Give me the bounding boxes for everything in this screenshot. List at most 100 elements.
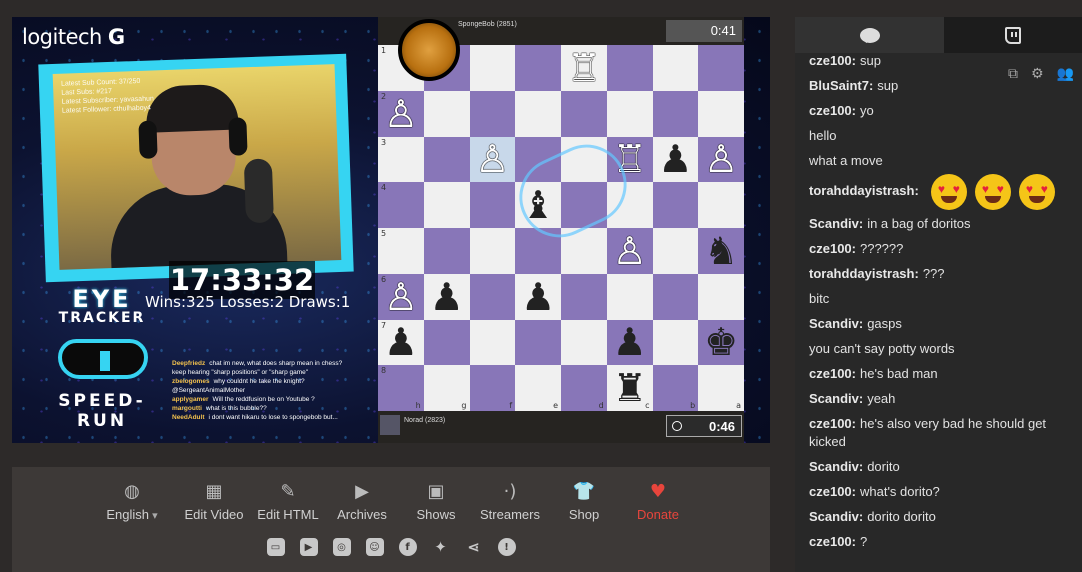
board-square[interactable]: [469, 90, 516, 137]
board-square[interactable]: [469, 319, 516, 366]
board-square[interactable]: ♟: [423, 273, 470, 320]
board-square[interactable]: 8h: [378, 365, 424, 411]
board-square[interactable]: c ♜: [606, 365, 653, 411]
twitch-icon[interactable]: ▭: [266, 537, 286, 557]
board-square[interactable]: [606, 273, 653, 320]
board-square[interactable]: [423, 182, 470, 228]
board-square[interactable]: [469, 182, 516, 228]
youtube-icon[interactable]: ▶: [299, 537, 319, 557]
board-square[interactable]: ♙: [469, 136, 516, 183]
chat-username[interactable]: cze100:: [809, 416, 856, 431]
board-square[interactable]: [423, 228, 470, 274]
board-square[interactable]: [423, 319, 470, 366]
board-square[interactable]: [652, 319, 699, 366]
board-square[interactable]: [515, 319, 561, 366]
instagram-icon[interactable]: ◎: [332, 537, 352, 557]
chess-piece[interactable]: ♖: [613, 140, 647, 178]
popout-icon[interactable]: ⧉: [1008, 65, 1018, 82]
board-square[interactable]: [652, 90, 699, 137]
chat-username[interactable]: BluSaint7:: [809, 78, 873, 93]
board-square[interactable]: [469, 273, 516, 320]
chess-piece[interactable]: ♙: [475, 140, 509, 178]
board-square[interactable]: ♖: [561, 45, 607, 91]
board-square[interactable]: [561, 182, 607, 228]
board-square[interactable]: ♙: [606, 228, 653, 274]
alert-icon[interactable]: !: [497, 537, 517, 557]
chat-username[interactable]: Scandiv:: [809, 509, 863, 524]
nav-archives-button[interactable]: ▶ Archives: [325, 481, 399, 523]
board-square[interactable]: ♙: [698, 136, 744, 183]
chess-piece[interactable]: ♟: [430, 278, 464, 316]
board-square[interactable]: ♞: [698, 228, 744, 274]
board-square[interactable]: [561, 273, 607, 320]
chess-piece[interactable]: ♙: [384, 278, 418, 316]
nav-shows-button[interactable]: ▣ Shows: [399, 481, 473, 523]
nav-streamers-button[interactable]: ·) Streamers: [473, 481, 547, 523]
board-square[interactable]: e: [515, 365, 561, 411]
board-square[interactable]: f: [469, 365, 516, 411]
chess-piece[interactable]: ♞: [704, 232, 738, 270]
chat-username[interactable]: torahddayistrash:: [809, 266, 919, 281]
board-square[interactable]: 6 ♙: [378, 273, 424, 320]
chess-piece[interactable]: ♙: [384, 95, 418, 133]
users-icon[interactable]: 👥: [1057, 65, 1074, 82]
nav-edit-html-button[interactable]: ✎ Edit HTML: [251, 481, 325, 523]
board-square[interactable]: ♖: [606, 136, 653, 183]
board-square[interactable]: [561, 228, 607, 274]
board-square[interactable]: ♟: [515, 273, 561, 320]
chess-piece[interactable]: ♟: [658, 140, 692, 178]
chess-piece[interactable]: ♖: [567, 49, 601, 87]
board-square[interactable]: 2 ♙: [378, 90, 424, 137]
board-square[interactable]: [515, 136, 561, 183]
nav-edit-video-button[interactable]: ▦ Edit Video: [177, 481, 251, 523]
board-square[interactable]: [561, 90, 607, 137]
board-square[interactable]: [698, 182, 744, 228]
share-icon[interactable]: ⋖: [464, 537, 484, 557]
chess-piece[interactable]: ♝: [521, 186, 555, 224]
board-square[interactable]: g: [423, 365, 470, 411]
chat-username[interactable]: cze100:: [809, 103, 856, 118]
chess-piece[interactable]: ♟: [613, 323, 647, 361]
board-square[interactable]: 3: [378, 136, 424, 183]
nav-shop-button[interactable]: 👕 Shop: [547, 481, 621, 523]
board-square[interactable]: [469, 228, 516, 274]
board-square[interactable]: [698, 90, 744, 137]
chat-username[interactable]: torahddayistrash:: [809, 183, 919, 198]
board-square[interactable]: [423, 136, 470, 183]
nav-english-button[interactable]: ◍ English ▾: [87, 481, 177, 523]
board-square[interactable]: d: [561, 365, 607, 411]
chat-username[interactable]: cze100:: [809, 366, 856, 381]
twitter-icon[interactable]: ✦: [431, 537, 451, 557]
board-square[interactable]: ♟: [652, 136, 699, 183]
chat-username[interactable]: Scandiv:: [809, 459, 863, 474]
board-square[interactable]: [469, 45, 516, 91]
chess-piece[interactable]: ♟: [384, 323, 418, 361]
board-square[interactable]: [698, 45, 744, 91]
chat-username[interactable]: cze100:: [809, 53, 856, 68]
chess-piece[interactable]: ♙: [704, 140, 738, 178]
chess-piece[interactable]: ♟: [521, 278, 555, 316]
chat-username[interactable]: Scandiv:: [809, 391, 863, 406]
chess-board[interactable]: 1 ♖ 2 ♙ 3 ♙ ♖ ♟ ♙ 4 ♝ 5 ♙ ♞ 6 ♙ ♟ ♟ 7 ♟ ♟ ♚ 8 h g f e d c ♜ b a: [378, 45, 744, 411]
stream-video[interactable]: logitech G Latest Sub Count: 37/250 Last S…: [12, 17, 770, 443]
board-square[interactable]: ♟: [606, 319, 653, 366]
chat-username[interactable]: Scandiv:: [809, 316, 863, 331]
board-square[interactable]: [515, 90, 561, 137]
board-square[interactable]: a: [698, 365, 744, 411]
chess-piece[interactable]: ♙: [613, 232, 647, 270]
chat-username[interactable]: Scandiv:: [809, 216, 863, 231]
facebook-icon[interactable]: f: [398, 537, 418, 557]
board-square[interactable]: 4: [378, 182, 424, 228]
chess-piece[interactable]: ♜: [613, 369, 647, 407]
board-square[interactable]: [652, 45, 699, 91]
board-square[interactable]: [515, 45, 561, 91]
board-square[interactable]: [561, 136, 607, 183]
gear-icon[interactable]: ⚙: [1031, 65, 1044, 82]
board-square[interactable]: [606, 182, 653, 228]
chat-username[interactable]: cze100:: [809, 484, 856, 499]
board-square[interactable]: [652, 228, 699, 274]
board-square[interactable]: b: [652, 365, 699, 411]
board-square[interactable]: [698, 273, 744, 320]
board-square[interactable]: ♚: [698, 319, 744, 366]
board-square[interactable]: [423, 90, 470, 137]
